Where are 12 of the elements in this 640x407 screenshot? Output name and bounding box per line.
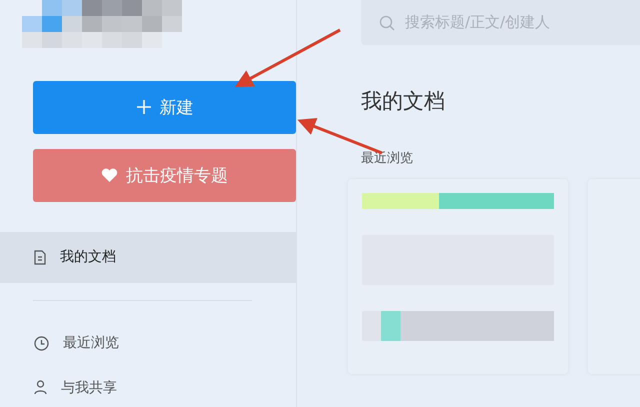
nav-item[interactable]: 与我共享 bbox=[0, 368, 296, 407]
nav-item[interactable]: 最近浏览 bbox=[0, 318, 296, 369]
plus-icon bbox=[136, 99, 152, 116]
clock-icon bbox=[34, 336, 49, 351]
document-card[interactable] bbox=[348, 179, 568, 374]
search-icon bbox=[379, 14, 395, 30]
person-icon bbox=[34, 380, 47, 396]
nav-item[interactable]: 我的文档 bbox=[0, 232, 296, 283]
new-button[interactable]: 新建 bbox=[33, 80, 296, 134]
document-icon bbox=[34, 250, 46, 265]
page-title: 我的文档 bbox=[361, 88, 446, 115]
heart-icon bbox=[101, 168, 118, 183]
